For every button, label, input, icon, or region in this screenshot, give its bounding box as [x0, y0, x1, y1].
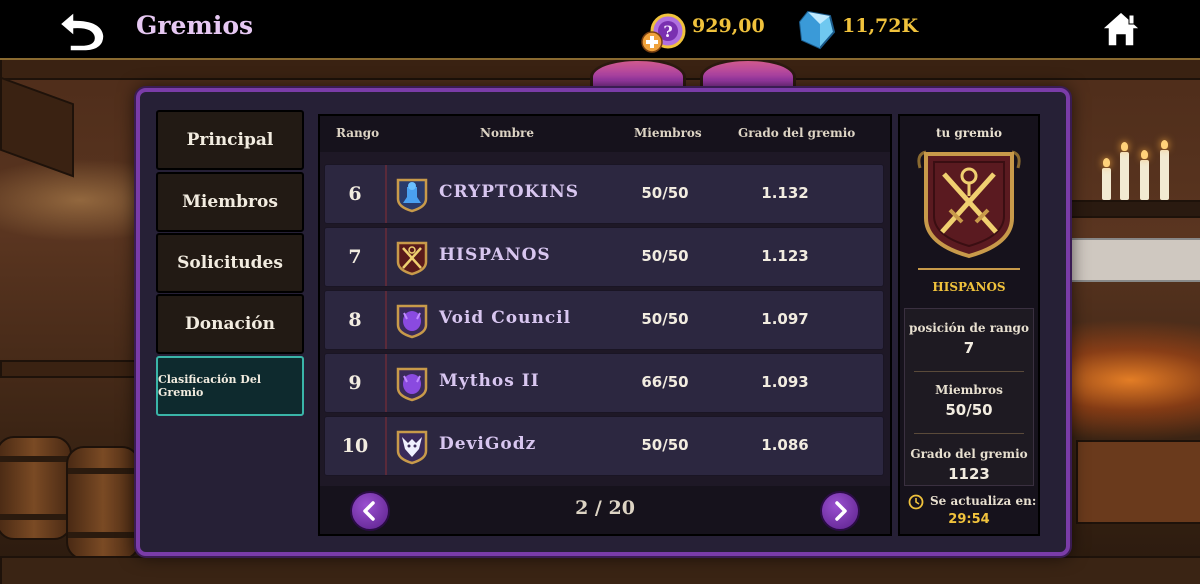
- update-countdown: 29:54: [948, 512, 990, 527]
- table-row[interactable]: 9 Mythos II 66/50 1.093: [324, 353, 884, 413]
- page-indicator: 2 / 20: [575, 497, 635, 519]
- my-guild-heading: tu gremio: [935, 126, 1003, 140]
- rank-position-label: posición de rango: [909, 321, 1029, 335]
- divider: [914, 433, 1024, 434]
- nav-principal-button[interactable]: Principal: [156, 110, 304, 170]
- row-members: 50/50: [641, 247, 689, 265]
- my-guild-card: tu gremio HISPANOS posición de rango 7 M…: [898, 114, 1040, 536]
- svg-text:?: ?: [663, 22, 672, 41]
- gold-coin-add-icon[interactable]: ?: [640, 12, 688, 54]
- row-grade: 1.123: [761, 247, 809, 265]
- column-header-grade: Grado del gremio: [738, 126, 856, 140]
- pagination-bar: 2 / 20: [320, 486, 890, 534]
- row-grade: 1.132: [761, 184, 809, 202]
- nav-donation-button[interactable]: Donación: [156, 294, 304, 354]
- gold-amount: 929,00: [692, 15, 765, 37]
- my-guild-stats: posición de rango 7 Miembros 50/50 Grado…: [904, 308, 1034, 486]
- guild-grade-label: Grado del gremio: [910, 447, 1028, 461]
- crossed-swords-emblem-icon: [395, 240, 429, 276]
- purple-beast-emblem-icon: [395, 366, 429, 402]
- row-grade: 1.086: [761, 436, 809, 454]
- row-guild-name: DeviGodz: [439, 434, 537, 454]
- table-header: Rango Nombre Miembros Grado del gremio: [320, 116, 890, 152]
- column-header-members: Miembros: [634, 126, 702, 140]
- column-header-name: Nombre: [480, 126, 535, 140]
- purple-beast-emblem-icon: [395, 303, 429, 339]
- divider: [914, 371, 1024, 372]
- top-bar: Gremios ? 929,00 11,72K: [0, 0, 1200, 60]
- gem-amount: 11,72K: [842, 15, 919, 37]
- clock-icon: [908, 494, 924, 510]
- members-label: Miembros: [935, 383, 1003, 397]
- row-members: 50/50: [641, 436, 689, 454]
- divider: [918, 268, 1020, 270]
- chevron-right-icon: [835, 501, 847, 521]
- crossed-swords-emblem-icon: [916, 148, 1022, 260]
- nav-guild-ranking-button[interactable]: Clasificación Del Gremio: [156, 356, 304, 416]
- guild-grade-value: 1123: [948, 465, 990, 483]
- back-arrow-icon[interactable]: [58, 8, 108, 52]
- row-grade: 1.097: [761, 310, 809, 328]
- row-grade: 1.093: [761, 373, 809, 391]
- blue-crystal-icon: [798, 10, 836, 50]
- row-guild-name: Void Council: [439, 308, 572, 328]
- row-rank: 6: [325, 165, 387, 223]
- row-rank: 8: [325, 291, 387, 349]
- row-members: 50/50: [641, 310, 689, 328]
- row-rank: 7: [325, 228, 387, 286]
- nav-members-button[interactable]: Miembros: [156, 172, 304, 232]
- column-header-rank: Rango: [336, 126, 380, 140]
- page-title: Gremios: [136, 11, 254, 40]
- guild-ranking-table: Rango Nombre Miembros Grado del gremio 6…: [318, 114, 892, 536]
- row-rank: 10: [325, 417, 387, 475]
- update-label: Se actualiza en:: [930, 494, 1037, 508]
- white-wolf-emblem-icon: [395, 429, 429, 465]
- home-icon[interactable]: [1100, 9, 1142, 49]
- row-guild-name: HISPANOS: [439, 245, 551, 265]
- table-row[interactable]: 6 CRYPTOKINS 50/50 1.132: [324, 164, 884, 224]
- blue-knight-emblem-icon: [395, 177, 429, 213]
- row-rank: 9: [325, 354, 387, 412]
- next-page-button[interactable]: [820, 491, 860, 531]
- table-row[interactable]: 7 HISPANOS 50/50 1.123: [324, 227, 884, 287]
- members-value: 50/50: [945, 401, 993, 419]
- row-guild-name: Mythos II: [439, 371, 540, 391]
- table-row[interactable]: 8 Void Council 50/50 1.097: [324, 290, 884, 350]
- row-members: 50/50: [641, 184, 689, 202]
- row-guild-name: CRYPTOKINS: [439, 182, 580, 202]
- rank-position-value: 7: [963, 339, 975, 357]
- row-members: 66/50: [641, 373, 689, 391]
- nav-requests-button[interactable]: Solicitudes: [156, 233, 304, 293]
- my-guild-name: HISPANOS: [932, 280, 1006, 294]
- table-row[interactable]: 10 DeviGodz 50/50 1.086: [324, 416, 884, 476]
- guild-panel: Principal Miembros Solicitudes Donación …: [136, 88, 1070, 556]
